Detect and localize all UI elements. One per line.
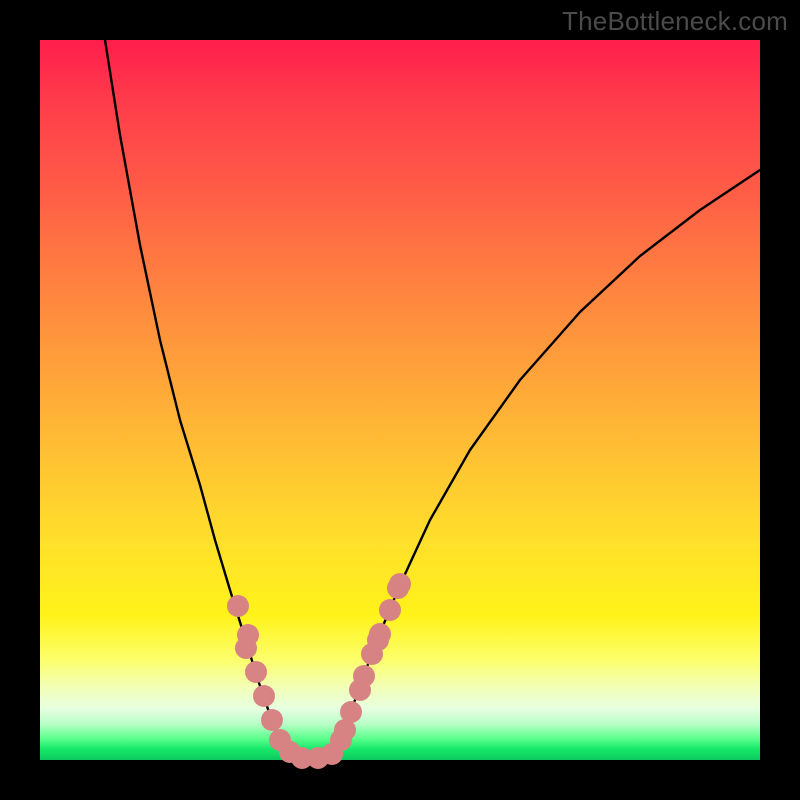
bead-point [253, 685, 275, 707]
bead-point [340, 701, 362, 723]
bead-point [353, 665, 375, 687]
bottleneck-curve [105, 40, 760, 760]
curve-path [105, 40, 760, 760]
bead-point [227, 595, 249, 617]
bead-point [389, 573, 411, 595]
watermark-text: TheBottleneck.com [562, 6, 788, 37]
bead-cluster [227, 573, 411, 769]
bead-point [235, 637, 257, 659]
bead-point [367, 629, 389, 651]
bead-point [261, 709, 283, 731]
bead-point [379, 599, 401, 621]
chart-frame: TheBottleneck.com [0, 0, 800, 800]
bead-point [245, 661, 267, 683]
chart-svg [40, 40, 760, 760]
